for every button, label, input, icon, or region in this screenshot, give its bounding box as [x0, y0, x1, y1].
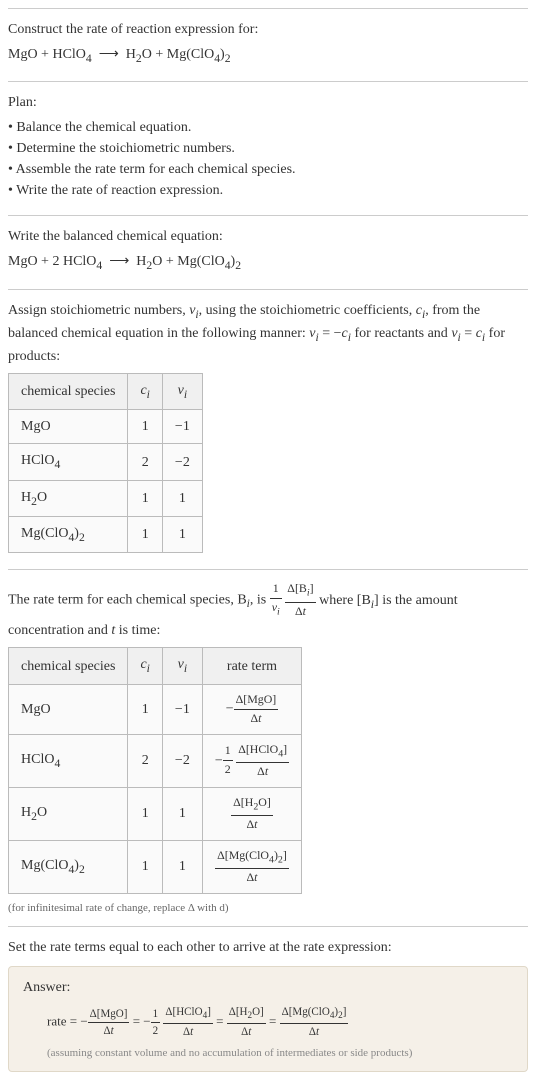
plan-section: Plan: Balance the chemical equation. Det…	[8, 81, 528, 215]
col-species: chemical species	[9, 374, 128, 410]
cell-ci: 2	[128, 734, 162, 787]
plan-heading: Plan:	[8, 92, 528, 113]
balanced-heading: Write the balanced chemical equation:	[8, 226, 528, 247]
rate-term-intro: The rate term for each chemical species,…	[8, 580, 528, 641]
answer-label: Answer:	[23, 977, 513, 998]
cell-ci: 1	[128, 517, 162, 553]
cell-vi: −2	[162, 734, 202, 787]
col-species: chemical species	[9, 648, 128, 684]
plan-item: Balance the chemical equation.	[8, 117, 528, 138]
unbalanced-equation: MgO + HClO4 ⟶ H2O + Mg(ClO4)2	[8, 44, 528, 67]
table-header-row: chemical species ci νi	[9, 374, 203, 410]
balanced-equation: MgO + 2 HClO4 ⟶ H2O + Mg(ClO4)2	[8, 251, 528, 274]
intro-title: Construct the rate of reaction expressio…	[8, 19, 528, 40]
plan-item: Assemble the rate term for each chemical…	[8, 159, 528, 180]
cell-species: HClO4	[9, 444, 128, 480]
cell-rate: Δ[Mg(ClO4)2]Δt	[202, 840, 301, 893]
plan-item: Determine the stoichiometric numbers.	[8, 138, 528, 159]
balanced-section: Write the balanced chemical equation: Mg…	[8, 215, 528, 288]
col-rate: rate term	[202, 648, 301, 684]
answer-box: Answer: rate = −Δ[MgO]Δt = −12 Δ[HClO4]Δ…	[8, 966, 528, 1072]
table-row: H2O 1 1 Δ[H2O]Δt	[9, 787, 302, 840]
answer-note: (assuming constant volume and no accumul…	[47, 1045, 513, 1062]
col-vi: νi	[162, 374, 202, 410]
stoich-intro: Assign stoichiometric numbers, νi, using…	[8, 300, 528, 368]
final-section: Set the rate terms equal to each other t…	[8, 926, 528, 1082]
table-row: MgO 1 −1 −Δ[MgO]Δt	[9, 684, 302, 734]
rate-intro-pre: The rate term for each chemical species,…	[8, 593, 247, 608]
cell-species: Mg(ClO4)2	[9, 840, 128, 893]
rate-intro-mid: , is	[250, 593, 270, 608]
plan-item: Write the rate of reaction expression.	[8, 180, 528, 201]
cell-species: MgO	[9, 684, 128, 734]
rate-term-table: chemical species ci νi rate term MgO 1 −…	[8, 647, 302, 893]
rate-intro-frac: 1νi Δ[Bi]Δt	[270, 593, 319, 608]
answer-equation: rate = −Δ[MgO]Δt = −12 Δ[HClO4]Δt = Δ[H2…	[47, 1004, 513, 1041]
cell-rate: −Δ[MgO]Δt	[202, 684, 301, 734]
cell-ci: 1	[128, 684, 162, 734]
cell-ci: 2	[128, 444, 162, 480]
cell-species: Mg(ClO4)2	[9, 517, 128, 553]
table-row: HClO4 2 −2	[9, 444, 203, 480]
table-row: MgO 1 −1	[9, 410, 203, 444]
table-row: Mg(ClO4)2 1 1 Δ[Mg(ClO4)2]Δt	[9, 840, 302, 893]
cell-species: H2O	[9, 480, 128, 516]
cell-species: HClO4	[9, 734, 128, 787]
cell-vi: 1	[162, 787, 202, 840]
cell-vi: −1	[162, 684, 202, 734]
stoich-table: chemical species ci νi MgO 1 −1 HClO4 2 …	[8, 373, 203, 553]
final-heading: Set the rate terms equal to each other t…	[8, 937, 528, 958]
cell-species: MgO	[9, 410, 128, 444]
col-ci: ci	[128, 648, 162, 684]
rate-term-section: The rate term for each chemical species,…	[8, 569, 528, 926]
cell-vi: −1	[162, 410, 202, 444]
infinitesimal-note: (for infinitesimal rate of change, repla…	[8, 900, 528, 917]
cell-ci: 1	[128, 410, 162, 444]
cell-vi: −2	[162, 444, 202, 480]
table-row: H2O 1 1	[9, 480, 203, 516]
col-ci: ci	[128, 374, 162, 410]
table-row: HClO4 2 −2 −12 Δ[HClO4]Δt	[9, 734, 302, 787]
table-header-row: chemical species ci νi rate term	[9, 648, 302, 684]
cell-species: H2O	[9, 787, 128, 840]
cell-vi: 1	[162, 517, 202, 553]
cell-vi: 1	[162, 840, 202, 893]
cell-rate: Δ[H2O]Δt	[202, 787, 301, 840]
col-vi: νi	[162, 648, 202, 684]
table-row: Mg(ClO4)2 1 1	[9, 517, 203, 553]
cell-rate: −12 Δ[HClO4]Δt	[202, 734, 301, 787]
stoich-section: Assign stoichiometric numbers, νi, using…	[8, 289, 528, 570]
cell-ci: 1	[128, 840, 162, 893]
cell-ci: 1	[128, 480, 162, 516]
cell-ci: 1	[128, 787, 162, 840]
intro-section: Construct the rate of reaction expressio…	[8, 8, 528, 81]
cell-vi: 1	[162, 480, 202, 516]
plan-list: Balance the chemical equation. Determine…	[8, 117, 528, 201]
